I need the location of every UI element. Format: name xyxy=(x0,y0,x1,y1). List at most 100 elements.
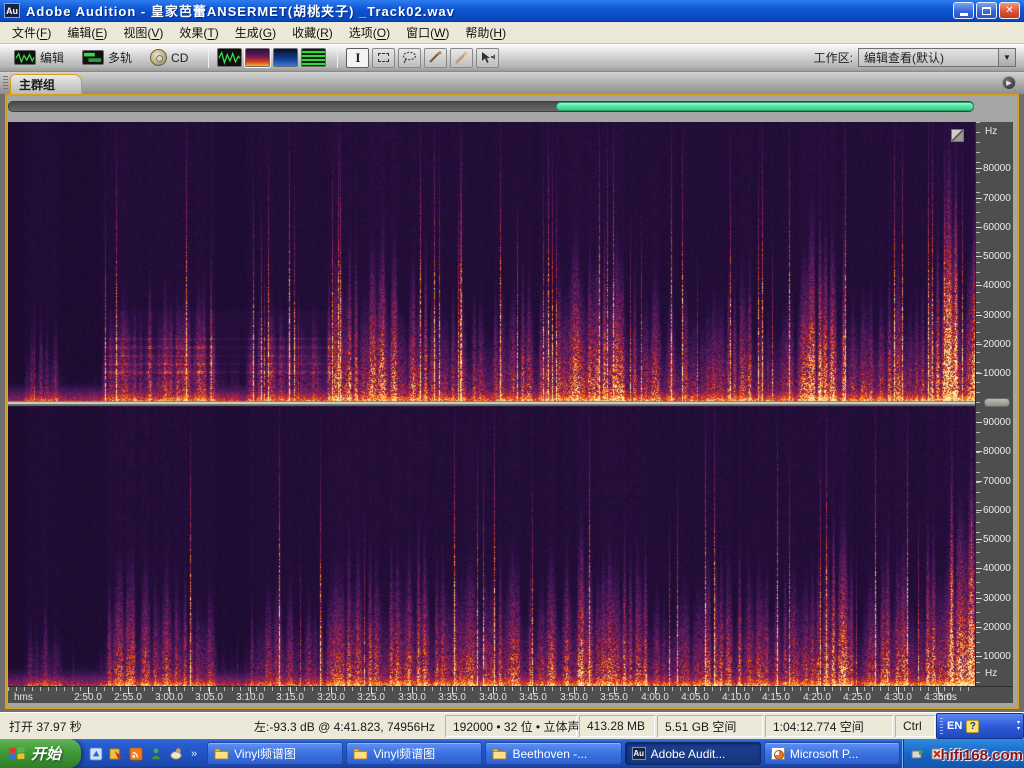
freq-tick-label: 50000 xyxy=(983,251,1011,262)
status-cursor-info: 左:-93.3 dB @ 4:41.823, 74956Hz xyxy=(247,715,443,737)
taskbar-task-button[interactable]: Beethoven -... xyxy=(485,742,621,765)
frequency-ruler[interactable]: Hz Hz 8000070000600005000040000300002000… xyxy=(975,122,1013,686)
workspace-value: 编辑查看(默认) xyxy=(864,49,944,66)
marquee-icon xyxy=(378,53,389,62)
spectral-phase-view-toggle[interactable] xyxy=(301,48,326,67)
start-button[interactable]: 开始 xyxy=(0,739,81,768)
time-tick-label: 4:35.0 xyxy=(916,692,960,703)
menu-item[interactable]: 帮助(H) xyxy=(457,22,514,43)
time-unit-left: hms xyxy=(14,692,33,703)
freq-tick-label: 30000 xyxy=(983,593,1011,604)
freq-unit-bottom: Hz xyxy=(985,668,997,679)
taskbar-task-button[interactable]: Microsoft P... xyxy=(764,742,900,765)
menu-bar: 文件(F)编辑(E)视图(V)效果(T)生成(G)收藏(R)选项(O)窗口(W)… xyxy=(0,22,1024,44)
time-ruler[interactable]: hms hms 2:50.02:55.03:00.03:05.03:10.03:… xyxy=(8,686,1013,703)
freq-tick-mark xyxy=(976,422,982,423)
maximize-button[interactable] xyxy=(976,2,997,19)
menu-item[interactable]: 生成(G) xyxy=(227,22,284,43)
waveform-view-toggle[interactable] xyxy=(217,48,242,67)
panel-menu-button[interactable]: ▶ xyxy=(1002,76,1016,90)
quick-launch-overflow-chevron[interactable]: » xyxy=(191,748,197,760)
ibeam-icon: I xyxy=(355,50,360,66)
language-bar-options-icon[interactable]: ▾▾ xyxy=(1017,720,1020,732)
spectral-pan-view-toggle[interactable] xyxy=(273,48,298,67)
cd-view-label: CD xyxy=(171,51,188,65)
language-help-icon[interactable]: ? xyxy=(966,720,979,733)
menu-item[interactable]: 窗口(W) xyxy=(398,22,457,43)
task-label: Beethoven -... xyxy=(512,747,587,761)
freq-tick-label: 40000 xyxy=(983,280,1011,291)
freq-tick-label: 50000 xyxy=(983,534,1011,545)
freq-tick-label: 60000 xyxy=(983,222,1011,233)
tray-sync-icon[interactable] xyxy=(911,747,925,761)
language-bar[interactable]: EN ? ▾▾ xyxy=(936,713,1024,739)
task-label: Microsoft P... xyxy=(790,747,858,761)
time-tick-label: 4:20.0 xyxy=(795,692,839,703)
marquee-selection-tool[interactable] xyxy=(372,48,395,68)
toolbar: 编辑 多轨 CD I xyxy=(0,44,1024,72)
edit-view-label: 编辑 xyxy=(40,49,64,66)
minimize-icon xyxy=(960,13,968,16)
green-person-icon[interactable] xyxy=(149,747,163,761)
language-indicator[interactable]: EN xyxy=(947,720,962,732)
time-selection-tool[interactable]: I xyxy=(346,48,369,68)
effects-brush-tool[interactable] xyxy=(424,48,447,68)
menu-item[interactable]: 编辑(E) xyxy=(59,22,115,43)
blue-app-icon[interactable] xyxy=(89,747,103,761)
freq-tick-label: 70000 xyxy=(983,476,1011,487)
waveform-edit-icon xyxy=(14,50,36,65)
workspace-select[interactable]: 编辑查看(默认) ▼ xyxy=(858,48,1016,67)
time-tick-label: 4:15.0 xyxy=(754,692,798,703)
freq-tick-mark xyxy=(976,627,982,628)
time-tick-label: 3:05.0 xyxy=(187,692,231,703)
menu-item[interactable]: 效果(T) xyxy=(171,22,226,43)
freq-scroll-thumb[interactable] xyxy=(984,398,1010,407)
freq-unit-top: Hz xyxy=(985,126,997,137)
minimize-button[interactable] xyxy=(953,2,974,19)
scrub-icon xyxy=(480,51,496,64)
taskbar-task-button[interactable]: Vinyl频谱图 xyxy=(346,742,482,765)
freq-tick-mark xyxy=(976,481,982,482)
task-label: Vinyl频谱图 xyxy=(373,745,435,762)
navigator-bar[interactable] xyxy=(8,101,974,112)
navigator-thumb[interactable] xyxy=(556,102,974,111)
lasso-selection-tool[interactable] xyxy=(398,48,421,68)
menu-item[interactable]: 视图(V) xyxy=(115,22,171,43)
chevron-down-icon[interactable]: ▼ xyxy=(998,49,1015,66)
spot-heal-brush-tool[interactable] xyxy=(450,48,473,68)
freq-tick-mark xyxy=(976,198,982,199)
multitrack-view-button[interactable]: 多轨 xyxy=(76,47,138,68)
menu-item[interactable]: 选项(O) xyxy=(341,22,398,43)
edit-view-button[interactable]: 编辑 xyxy=(8,47,70,68)
freq-tick-label: 60000 xyxy=(983,505,1011,516)
cartoon-app-icon[interactable] xyxy=(169,747,183,761)
taskbar-task-button[interactable]: Vinyl频谱图 xyxy=(207,742,343,765)
menu-item[interactable]: 文件(F) xyxy=(4,22,59,43)
freq-tick-label: 90000 xyxy=(983,417,1011,428)
maximize-icon xyxy=(982,7,991,15)
close-button[interactable]: ✕ xyxy=(999,2,1020,19)
panel-grip[interactable] xyxy=(3,76,8,91)
freq-tick-label: 80000 xyxy=(983,446,1011,457)
spectral-corner-icon[interactable] xyxy=(951,129,964,142)
language-bar-grip[interactable] xyxy=(940,718,943,734)
tab-label: 主群组 xyxy=(19,76,55,93)
time-tick-label: 4:05.0 xyxy=(673,692,717,703)
tab-main-group[interactable]: 主群组 xyxy=(10,74,82,94)
yellow-red-app-icon[interactable] xyxy=(109,747,123,761)
time-tick-label: 3:40.0 xyxy=(471,692,515,703)
taskbar-task-button[interactable]: AuAdobe Audit... xyxy=(625,742,761,765)
cd-view-button[interactable]: CD xyxy=(144,47,194,68)
freq-tick-mark xyxy=(976,598,982,599)
spectrogram-canvas[interactable] xyxy=(8,122,975,686)
status-format-info: 192000 • 32 位 • 立体声 xyxy=(445,715,577,737)
spectral-view-toggle[interactable] xyxy=(245,48,270,67)
freq-tick-mark xyxy=(976,451,982,452)
main-panel: Hz Hz 8000070000600005000040000300002000… xyxy=(5,94,1019,709)
scrub-tool[interactable] xyxy=(476,48,499,68)
menu-item[interactable]: 收藏(R) xyxy=(284,22,341,43)
time-tick-label: 2:50.0 xyxy=(66,692,110,703)
orange-app-icon[interactable] xyxy=(129,747,143,761)
freq-tick-mark xyxy=(976,256,982,257)
freq-tick-mark xyxy=(976,539,982,540)
